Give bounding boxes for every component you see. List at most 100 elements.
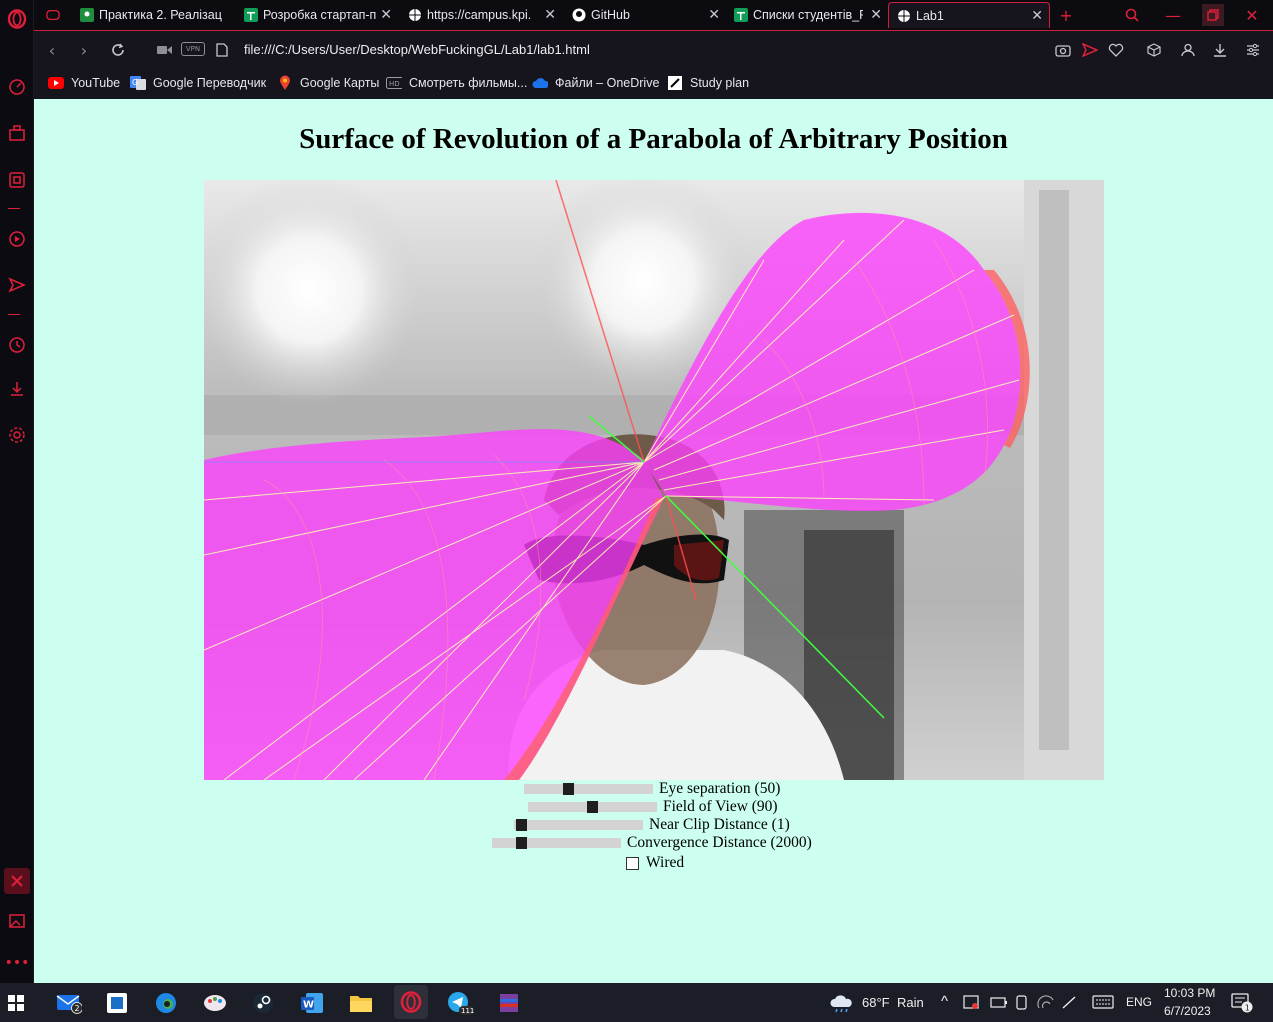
globe-icon <box>408 8 422 22</box>
weather-icon[interactable] <box>829 993 855 1016</box>
profile-icon[interactable] <box>1178 40 1198 60</box>
mail-icon[interactable]: 2 <box>55 989 83 1017</box>
svg-text:HD: HD <box>389 80 400 88</box>
bookmark-onedrive[interactable]: Файли – OneDrive <box>532 74 659 92</box>
battery-icon[interactable] <box>990 997 1007 1008</box>
slider-thumb[interactable] <box>563 783 574 795</box>
close-tab-icon[interactable]: ✕ <box>708 6 720 23</box>
easy-setup-icon[interactable] <box>1243 40 1263 60</box>
keyboard-icon[interactable] <box>1092 995 1114 1012</box>
tab-campus-kpi[interactable]: https://campus.kpi.ua ✕ <box>400 2 562 28</box>
bookmark-study-plan[interactable]: Study plan <box>667 74 749 92</box>
speed-dial-icon[interactable] <box>4 74 30 100</box>
download-icon[interactable] <box>1210 40 1230 60</box>
telegram-badge: 111 <box>461 1007 474 1015</box>
new-tab-button[interactable]: + <box>1055 4 1077 26</box>
hd-icon: HD <box>386 76 402 90</box>
language-indicator[interactable]: ENG <box>1126 995 1152 1009</box>
send-icon[interactable] <box>4 272 30 298</box>
slider-thumb[interactable] <box>587 801 598 813</box>
close-tab-icon[interactable]: ✕ <box>870 6 882 23</box>
opera-sidebar: ••• <box>0 0 34 983</box>
close-window-button[interactable]: ✕ <box>1241 4 1263 26</box>
eye-separation-label: Eye separation (50) <box>659 780 781 797</box>
clock-time[interactable]: 10:03 PM <box>1164 986 1215 1000</box>
wifi-icon[interactable] <box>1037 995 1054 1009</box>
bookmark-google-maps[interactable]: Google Карты <box>277 74 379 92</box>
windows-start-icon[interactable] <box>2 989 30 1017</box>
aria-ai-icon[interactable] <box>4 868 30 894</box>
pen-icon[interactable] <box>1062 996 1076 1009</box>
settings-gear-icon[interactable] <box>4 422 30 448</box>
chevron-up-icon[interactable]: ^ <box>941 993 948 1010</box>
minimize-button[interactable]: — <box>1162 4 1184 26</box>
player-icon[interactable] <box>4 226 30 252</box>
bookmark-label: Google Переводчик <box>153 76 267 90</box>
screen-record-icon[interactable] <box>963 995 979 1009</box>
usb-device-icon[interactable] <box>1016 995 1027 1010</box>
url-field[interactable]: file:///C:/Users/User/Desktop/WebFucking… <box>244 42 590 57</box>
weather-text[interactable]: Rain <box>897 995 924 1010</box>
weather-temp[interactable]: 68°F <box>862 995 890 1010</box>
restore-button[interactable] <box>1202 4 1224 26</box>
notifications-icon[interactable]: 1 <box>1231 992 1253 1017</box>
more-dots-icon[interactable]: ••• <box>4 950 30 976</box>
vpn-badge[interactable]: VPN <box>181 42 205 56</box>
page-file-icon[interactable] <box>212 40 232 60</box>
tab-workspace-toggle[interactable] <box>38 2 68 28</box>
bookmark-heart-icon[interactable] <box>1106 40 1126 60</box>
tab-rozrobka[interactable]: Розробка стартап-п ✕ <box>236 2 398 28</box>
tab-spysky[interactable]: Списки студентів_Р ✕ <box>726 2 888 28</box>
sidebar-divider <box>8 208 20 209</box>
winrar-icon[interactable] <box>495 989 523 1017</box>
extensions-icon[interactable] <box>4 120 30 146</box>
sheets-icon <box>244 8 258 22</box>
tab-github[interactable]: GitHub ✕ <box>564 2 726 28</box>
convergence-slider[interactable] <box>492 837 621 849</box>
field-of-view-slider[interactable] <box>528 801 657 813</box>
workspaces-icon[interactable] <box>4 167 30 193</box>
close-tab-icon[interactable]: ✕ <box>544 6 556 23</box>
telegram-icon[interactable]: 111 <box>446 989 474 1017</box>
bookmark-label: YouTube <box>71 76 121 90</box>
reload-icon[interactable] <box>108 40 128 60</box>
tab-praktyka[interactable]: Практика 2. Реалізац <box>72 2 234 28</box>
near-clip-slider[interactable] <box>514 819 643 831</box>
steam-icon[interactable] <box>249 989 277 1017</box>
eye-separation-control: Eye separation (50) <box>524 780 780 798</box>
near-clip-control: Near Clip Distance (1) <box>514 816 790 834</box>
downloads-icon[interactable] <box>4 376 30 402</box>
opera-logo-icon[interactable] <box>4 6 30 32</box>
word-icon[interactable]: W <box>298 989 326 1017</box>
convergence-control: Convergence Distance (2000) <box>492 834 812 852</box>
bookmark-label: Смотреть фильмы... <box>409 76 528 90</box>
edge-icon[interactable] <box>152 989 180 1017</box>
webgl-canvas[interactable] <box>204 180 1104 780</box>
wired-checkbox[interactable] <box>626 856 639 870</box>
close-tab-icon[interactable]: ✕ <box>380 6 392 23</box>
file-explorer-icon[interactable] <box>347 989 375 1017</box>
bookmark-movies[interactable]: HD Смотреть фильмы... <box>386 74 527 92</box>
slider-thumb[interactable] <box>516 837 527 849</box>
app-icon[interactable] <box>103 989 131 1017</box>
slider-thumb[interactable] <box>516 819 527 831</box>
snapshot-camera-icon[interactable] <box>1053 40 1073 60</box>
send-to-flow-icon[interactable] <box>1080 40 1100 60</box>
tab-search-icon[interactable] <box>1121 4 1143 26</box>
back-arrow-icon[interactable]: ‹ <box>42 40 62 60</box>
clock-date[interactable]: 6/7/2023 <box>1164 1004 1211 1018</box>
tab-lab1[interactable]: Lab1 ✕ <box>888 2 1050 28</box>
forward-arrow-icon[interactable]: › <box>74 40 94 60</box>
video-camera-icon[interactable] <box>155 40 175 60</box>
eye-separation-slider[interactable] <box>524 783 653 795</box>
history-icon[interactable] <box>4 332 30 358</box>
extensions-cube-icon[interactable] <box>1144 40 1164 60</box>
paint-icon[interactable] <box>201 989 229 1017</box>
snapshot-gallery-icon[interactable] <box>4 908 30 934</box>
tab-title: Розробка стартап-п <box>263 8 377 22</box>
tray-icons <box>963 994 1088 1015</box>
close-tab-icon[interactable]: ✕ <box>1031 7 1043 24</box>
bookmark-youtube[interactable]: YouTube <box>48 74 120 92</box>
bookmark-google-translate[interactable]: G Google Переводчик <box>130 74 266 92</box>
opera-taskbar-icon[interactable] <box>394 985 428 1019</box>
